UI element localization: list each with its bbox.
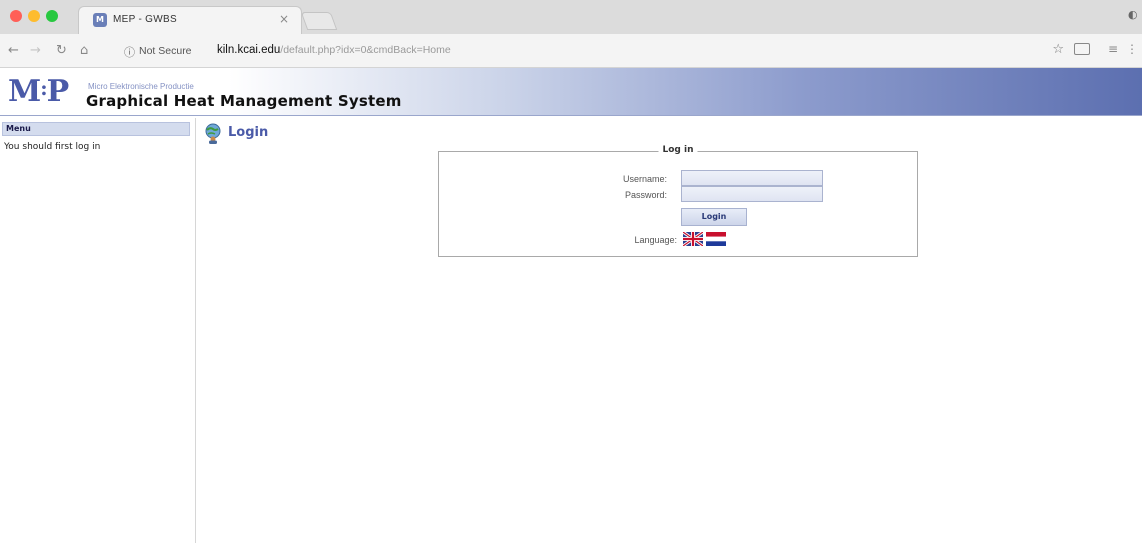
header-title: Graphical Heat Management System <box>86 92 402 110</box>
favicon-icon: M <box>93 13 107 27</box>
home-icon[interactable]: ⌂ <box>80 43 88 58</box>
cast-icon[interactable] <box>1074 43 1090 55</box>
browser-tab-bar: M MEP - GWBS × ◐ <box>0 0 1142 34</box>
browser-toolbar: ← → ↻ ⌂ ⓘ Not Secure kiln.kcai.edu/defau… <box>0 34 1142 68</box>
mep-logo: M:P <box>8 74 69 109</box>
header-subtitle: Micro Elektronische Productie <box>88 82 194 91</box>
url-host: kiln.kcai.edu <box>217 44 281 56</box>
login-legend: Log in <box>658 145 698 155</box>
tab-title: MEP - GWBS <box>113 14 177 25</box>
forward-arrow-icon[interactable]: → <box>30 43 41 58</box>
login-form: Log in Username: Password: Login Languag… <box>438 145 918 257</box>
page-title: Login <box>228 125 269 140</box>
reload-icon[interactable]: ↻ <box>56 43 67 58</box>
security-label: Not Secure <box>139 45 192 57</box>
info-circle-icon[interactable]: ⓘ <box>124 44 135 60</box>
netherlands-flag-icon[interactable] <box>706 232 726 246</box>
browser-tab[interactable]: M MEP - GWBS × <box>78 6 302 34</box>
menu-kebab-icon[interactable]: ⋮ <box>1126 42 1138 56</box>
menu-heading: Menu <box>2 122 190 136</box>
extension-icon[interactable]: ≡ <box>1108 42 1118 56</box>
url-path: /default.php?idx=0&cmdBack=Home <box>280 44 451 56</box>
login-required-message: You should first log in <box>4 142 101 152</box>
password-input[interactable] <box>681 186 823 202</box>
window-minimize-button[interactable] <box>28 10 40 22</box>
window-maximize-button[interactable] <box>46 10 58 22</box>
window-close-button[interactable] <box>10 10 22 22</box>
new-tab-button[interactable] <box>300 12 338 30</box>
tab-close-icon[interactable]: × <box>279 12 289 26</box>
uk-flag-icon[interactable] <box>683 232 703 246</box>
sidebar: Menu You should first log in <box>0 118 196 543</box>
back-arrow-icon[interactable]: ← <box>8 43 19 58</box>
language-label: Language: <box>634 235 677 245</box>
globe-user-icon <box>205 123 221 144</box>
password-label: Password: <box>624 190 667 200</box>
login-button[interactable]: Login <box>681 208 747 226</box>
url-text[interactable]: kiln.kcai.edu/default.php?idx=0&cmdBack=… <box>217 44 451 56</box>
profile-icon[interactable]: ◐ <box>1128 8 1138 22</box>
bookmark-star-icon[interactable]: ☆ <box>1052 42 1064 57</box>
username-label: Username: <box>622 174 667 184</box>
site-header: M:P Micro Elektronische Productie Graphi… <box>0 68 1142 116</box>
address-bar[interactable]: ⓘ Not Secure kiln.kcai.edu/default.php?i… <box>124 42 1024 62</box>
username-input[interactable] <box>681 170 823 186</box>
